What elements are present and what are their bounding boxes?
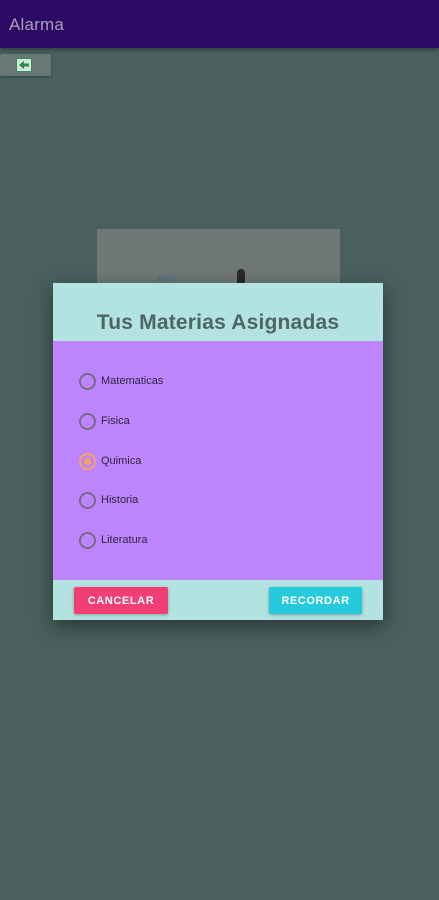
- radio-label: Quimica: [101, 455, 142, 467]
- background-hint-text: Alert: [157, 273, 176, 283]
- dialog-title: Tus Materias Asignadas: [96, 311, 340, 334]
- radio-label: Literatura: [101, 534, 148, 546]
- subject-radio-list: Matematicas Fisica Quimica Historia Lite…: [53, 341, 383, 580]
- radio-label: Matematicas: [101, 375, 164, 387]
- cancel-button[interactable]: CANCELAR: [74, 587, 168, 614]
- radio-option-literatura[interactable]: Literatura: [79, 530, 147, 550]
- radio-button-icon[interactable]: [79, 412, 96, 430]
- background-figure: [237, 269, 245, 283]
- back-button[interactable]: [0, 54, 51, 76]
- app-title: Alarma: [9, 15, 65, 34]
- radio-option-quimica[interactable]: Quimica: [79, 451, 141, 471]
- radio-button-icon[interactable]: [79, 531, 96, 549]
- radio-option-matematicas[interactable]: Matematicas: [79, 371, 163, 391]
- radio-button-icon[interactable]: [79, 372, 96, 390]
- back-arrow-icon: [16, 58, 32, 72]
- background-content: Alert: [97, 229, 340, 289]
- radio-button-icon[interactable]: [79, 491, 96, 509]
- dialog-actions: CANCELAR RECORDAR: [53, 580, 383, 620]
- radio-option-historia[interactable]: Historia: [79, 490, 138, 510]
- dialog-header: Tus Materias Asignadas: [53, 283, 383, 341]
- radio-option-fisica[interactable]: Fisica: [79, 411, 130, 431]
- radio-label: Historia: [101, 494, 139, 506]
- remind-button[interactable]: RECORDAR: [269, 587, 362, 614]
- radio-label: Fisica: [101, 415, 130, 427]
- radio-button-checked-icon[interactable]: [79, 452, 96, 470]
- subjects-dialog: Tus Materias Asignadas Matematicas Fisic…: [53, 283, 383, 620]
- app-bar: Alarma: [0, 0, 439, 48]
